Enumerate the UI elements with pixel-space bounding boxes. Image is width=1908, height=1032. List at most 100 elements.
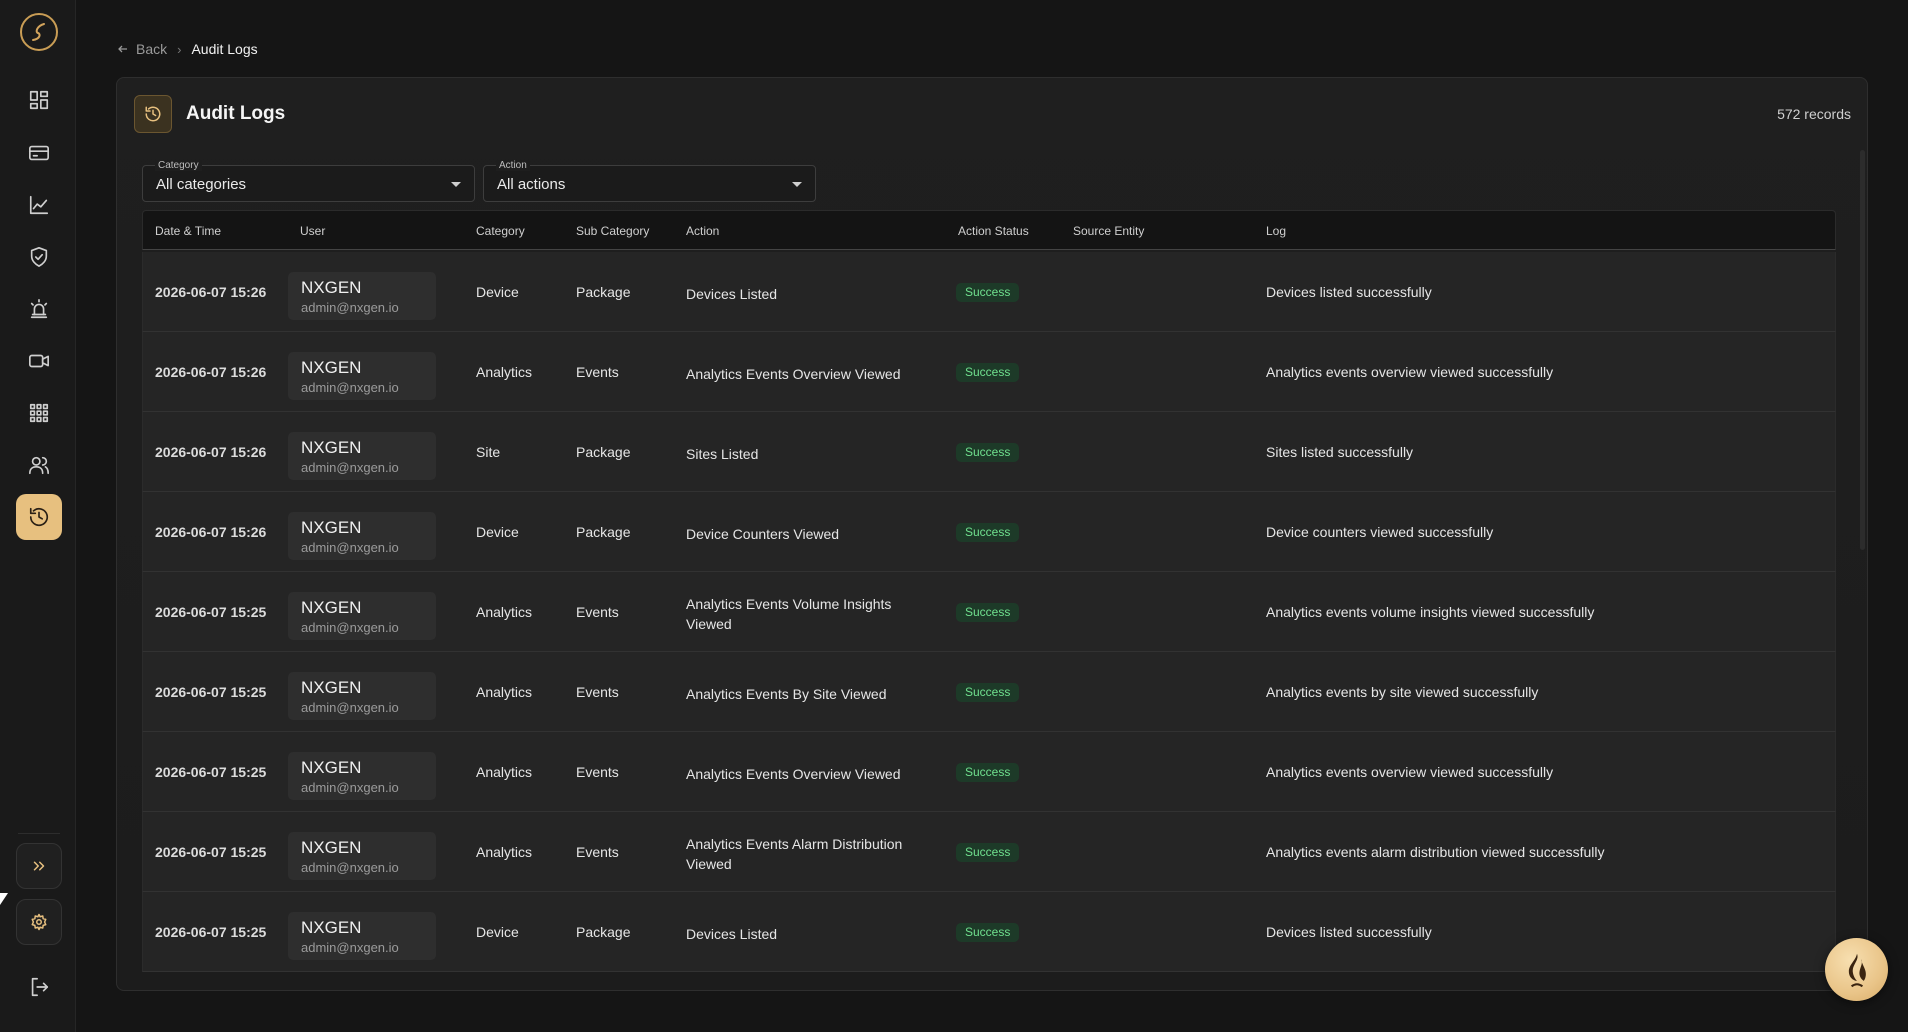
sidebar-item-dashboard[interactable] xyxy=(17,78,61,122)
status-badge: Success xyxy=(956,683,1020,702)
assistant-button[interactable] xyxy=(1825,938,1888,1001)
user-email: admin@nxgen.io xyxy=(301,380,399,395)
row-date: 2026-06-07 15:26 xyxy=(155,444,267,460)
status-badge: Success xyxy=(956,763,1020,782)
user-name: NXGEN xyxy=(301,918,362,937)
sidebar-item-alarms[interactable] xyxy=(17,287,61,331)
column-header-user[interactable]: User xyxy=(300,224,325,238)
user-name: NXGEN xyxy=(301,678,362,697)
user-name: NXGEN xyxy=(301,438,362,457)
caret-down-icon xyxy=(792,182,802,187)
status-badge: Success xyxy=(956,923,1020,942)
grid-icon xyxy=(29,403,49,423)
user-chip[interactable]: NXGEN admin@nxgen.io xyxy=(288,912,436,960)
action-filter-value: All actions xyxy=(497,176,566,193)
column-header-action-status[interactable]: Action Status xyxy=(958,224,1029,238)
settings-button[interactable] xyxy=(16,899,62,945)
table-row[interactable]: 2026-06-07 15:25 NXGEN admin@nxgen.io Analy… xyxy=(142,652,1836,732)
table-row[interactable]: 2026-06-07 15:26 NXGEN admin@nxgen.io Analy… xyxy=(142,332,1836,412)
logout-button[interactable] xyxy=(17,965,61,1009)
row-sub-category: Package xyxy=(576,284,631,300)
flame-icon xyxy=(1848,953,1866,987)
row-action: Analytics Events By Site Viewed xyxy=(686,686,887,702)
expand-sidebar-button[interactable] xyxy=(16,843,62,889)
column-header-source-entity[interactable]: Source Entity xyxy=(1073,224,1144,238)
row-date: 2026-06-07 15:25 xyxy=(155,924,267,940)
logout-icon xyxy=(31,977,49,997)
status-badge: Success xyxy=(956,363,1020,382)
caret-down-icon xyxy=(451,182,461,187)
row-log: Analytics events volume insights viewed … xyxy=(1266,604,1595,620)
table-row[interactable]: 2026-06-07 15:25 NXGEN admin@nxgen.io Devic… xyxy=(142,892,1836,972)
sidebar-item-users[interactable] xyxy=(17,443,61,487)
row-action: Device Counters Viewed xyxy=(686,526,840,542)
row-sub-category: Package xyxy=(576,924,631,940)
sidebar-item-audit-logs[interactable] xyxy=(16,494,62,540)
row-action: Devices Listed xyxy=(686,286,778,302)
row-log: Sites listed successfully xyxy=(1266,444,1414,460)
user-chip[interactable]: NXGEN admin@nxgen.io xyxy=(288,512,436,560)
column-header-action[interactable]: Action xyxy=(686,224,719,238)
row-sub-category: Events xyxy=(576,364,619,380)
mouse-cursor-icon xyxy=(0,893,8,905)
user-chip[interactable]: NXGEN admin@nxgen.io xyxy=(288,432,436,480)
user-chip[interactable]: NXGEN admin@nxgen.io xyxy=(288,352,436,400)
table-row[interactable]: 2026-06-07 15:26 NXGEN admin@nxgen.io Devic… xyxy=(142,492,1836,572)
table-row[interactable]: 2026-06-07 15:26 NXGEN admin@nxgen.io Devic… xyxy=(142,252,1836,332)
user-chip[interactable]: NXGEN admin@nxgen.io xyxy=(288,752,436,800)
sidebar-item-billing[interactable] xyxy=(17,131,61,175)
user-email: admin@nxgen.io xyxy=(301,780,399,795)
user-chip[interactable]: NXGEN admin@nxgen.io xyxy=(288,592,436,640)
sidebar-item-video-wall[interactable] xyxy=(17,391,61,435)
row-date: 2026-06-07 15:25 xyxy=(155,764,267,780)
row-category: Device xyxy=(476,524,519,540)
table-row[interactable]: 2026-06-07 15:26 NXGEN admin@nxgen.io Site P… xyxy=(142,412,1836,492)
audit-log-table: Date & Time User Category Sub Category A… xyxy=(142,210,1836,990)
app-logo[interactable] xyxy=(20,13,58,51)
column-header-category[interactable]: Category xyxy=(476,224,525,238)
row-log: Device counters viewed successfully xyxy=(1266,524,1494,540)
table-row[interactable]: 2026-06-07 15:25 NXGEN admin@nxgen.io Analy… xyxy=(142,812,1836,892)
row-log: Devices listed successfully xyxy=(1266,284,1432,300)
row-date: 2026-06-07 15:25 xyxy=(155,604,267,620)
category-filter-select[interactable]: Category All categories xyxy=(142,160,475,202)
table-header: Date & Time User Category Sub Category A… xyxy=(142,210,1836,250)
row-sub-category: Package xyxy=(576,524,631,540)
sidebar xyxy=(0,0,76,1032)
sidebar-item-security[interactable] xyxy=(17,235,61,279)
back-label: Back xyxy=(136,41,168,57)
page-title: Audit Logs xyxy=(186,103,286,124)
sidebar-item-analytics[interactable] xyxy=(17,183,61,227)
column-header-sub-category[interactable]: Sub Category xyxy=(576,224,649,238)
card-scrollbar[interactable] xyxy=(1860,150,1865,550)
breadcrumb: Back › Audit Logs xyxy=(117,41,258,57)
shield-icon xyxy=(30,247,48,267)
row-sub-category: Package xyxy=(576,444,631,460)
user-email: admin@nxgen.io xyxy=(301,540,399,555)
row-log: Analytics events alarm distribution view… xyxy=(1266,844,1605,860)
row-action: Analytics Events Overview Viewed xyxy=(686,366,901,382)
row-date: 2026-06-07 15:26 xyxy=(155,364,267,380)
user-chip[interactable]: NXGEN admin@nxgen.io xyxy=(288,272,436,320)
user-email: admin@nxgen.io xyxy=(301,860,399,875)
breadcrumb-current: Audit Logs xyxy=(191,41,258,57)
column-header-log[interactable]: Log xyxy=(1266,224,1286,238)
row-sub-category: Events xyxy=(576,764,619,780)
user-chip[interactable]: NXGEN admin@nxgen.io xyxy=(288,672,436,720)
user-name: NXGEN xyxy=(301,598,362,617)
back-link[interactable]: Back xyxy=(117,41,167,57)
action-filter-select[interactable]: Action All actions xyxy=(483,160,816,202)
camera-icon xyxy=(29,354,49,368)
row-date: 2026-06-07 15:26 xyxy=(155,524,267,540)
sidebar-item-cameras[interactable] xyxy=(17,339,61,383)
user-name: NXGEN xyxy=(301,278,362,297)
table-row[interactable]: 2026-06-07 15:25 NXGEN admin@nxgen.io Analy… xyxy=(142,572,1836,652)
user-chip[interactable]: NXGEN admin@nxgen.io xyxy=(288,832,436,880)
gear-icon xyxy=(31,913,47,931)
row-date: 2026-06-07 15:25 xyxy=(155,844,267,860)
row-category: Device xyxy=(476,284,519,300)
table-row[interactable]: 2026-06-07 15:25 NXGEN admin@nxgen.io Analy… xyxy=(142,732,1836,812)
column-header-date[interactable]: Date & Time xyxy=(155,224,221,238)
user-name: NXGEN xyxy=(301,758,362,777)
row-sub-category: Events xyxy=(576,604,619,620)
